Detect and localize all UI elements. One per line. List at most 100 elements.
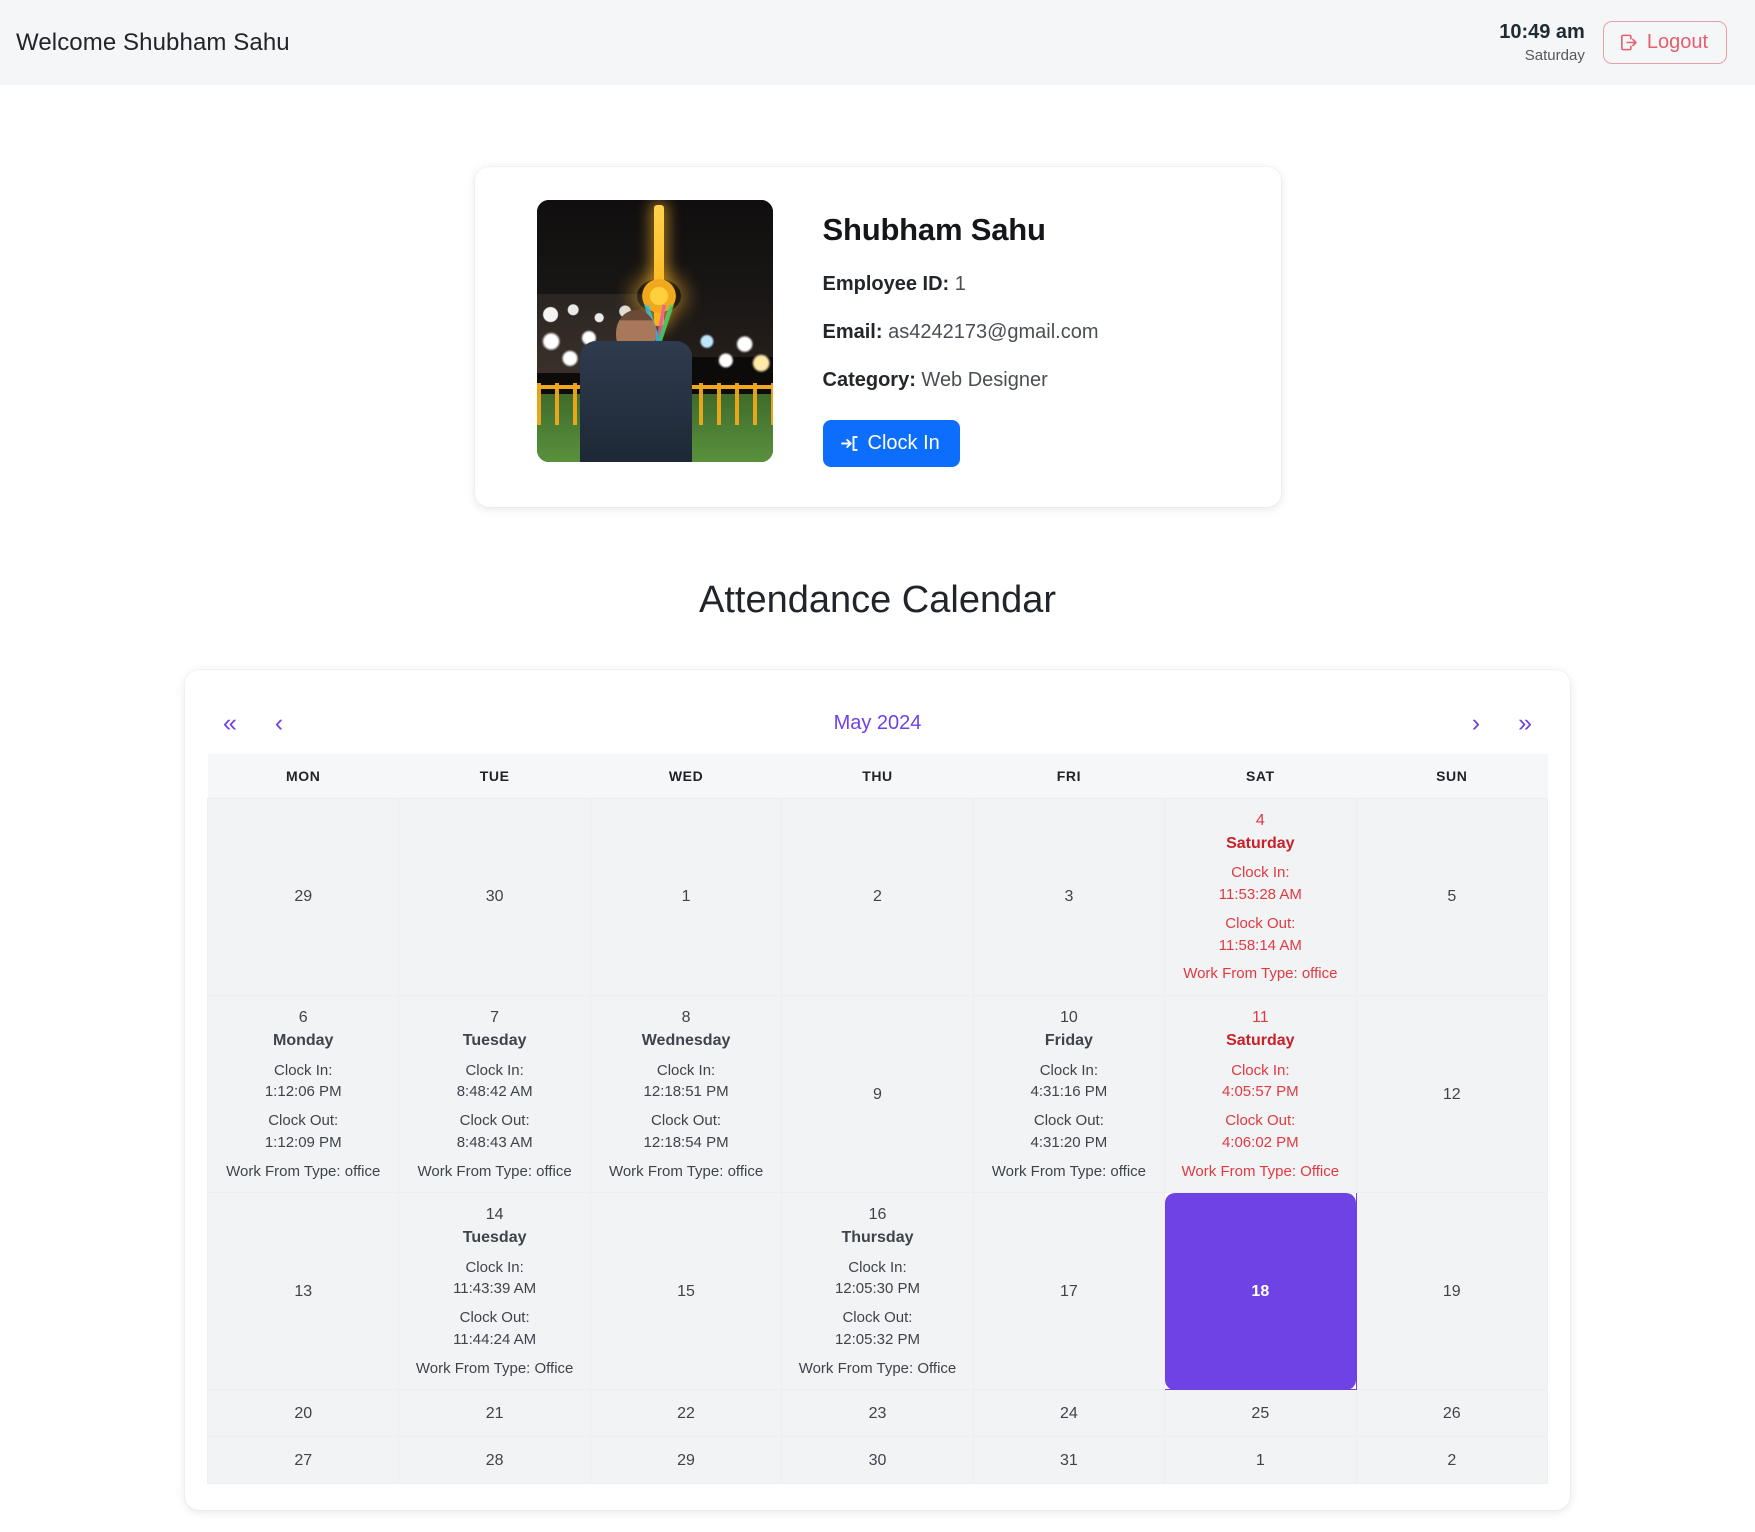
clock-in-time: 11:53:28 AM	[1218, 886, 1302, 904]
day-number: 6	[298, 1009, 308, 1027]
calendar-day-cell-24[interactable]: 24	[972, 1389, 1166, 1438]
calendar-section: « ‹ May 2024 › » MON TUE WED THU FRI SAT SUN 2…	[0, 670, 1755, 1511]
weekday-header-sun: SUN	[1356, 754, 1548, 799]
work-from-type: Work From Type: Office	[798, 1359, 957, 1377]
day-weekday-name: Saturday	[1226, 1032, 1295, 1050]
calendar-grid: MON TUE WED THU FRI SAT SUN 29 30 1 2 3 4 Saturday Cl…	[206, 754, 1549, 1485]
day-number: 12	[1442, 1085, 1461, 1103]
day-number: 27	[294, 1451, 313, 1469]
calendar-weekday-header: MON TUE WED THU FRI SAT SUN	[207, 754, 1548, 799]
calendar-day-cell-26[interactable]: 26	[1355, 1389, 1549, 1438]
calendar-day-cell-15[interactable]: 15	[589, 1192, 783, 1391]
day-number: 8	[681, 1009, 691, 1027]
weekday-header-sat: SAT	[1164, 754, 1357, 799]
welcome-message: Welcome Shubham Sahu	[16, 28, 290, 56]
weekday-header-mon: MON	[207, 754, 399, 799]
clock-in-button[interactable]: Clock In	[822, 420, 960, 467]
day-number: 28	[485, 1451, 504, 1469]
avatar	[536, 200, 773, 462]
calendar-day-cell-31[interactable]: 31	[972, 1436, 1166, 1485]
clock-out-time: 11:58:14 AM	[1218, 936, 1302, 954]
clock-in-time: 4:05:57 PM	[1221, 1083, 1299, 1101]
nav-first-icon[interactable]: «	[213, 707, 247, 740]
calendar-day-cell-1[interactable]: 1	[589, 797, 783, 997]
clock-in-time: 11:43:39 AM	[453, 1280, 537, 1298]
calendar-day-cell-2[interactable]: 2	[781, 797, 974, 997]
day-number: 31	[1060, 1451, 1078, 1469]
day-number: 10	[1060, 1009, 1078, 1027]
calendar-day-cell-25[interactable]: 25	[1164, 1389, 1357, 1438]
calendar-day-cell-14[interactable]: 14 Tuesday Clock In: 11:43:39 AM Clock Out: 1…	[398, 1192, 591, 1391]
calendar-day-cell-28[interactable]: 28	[398, 1436, 591, 1485]
clock-in-label: Clock In:	[656, 1061, 716, 1079]
day-number: 2	[1447, 1451, 1457, 1469]
email-label: Email:	[822, 321, 883, 343]
calendar-day-cell-19[interactable]: 19	[1355, 1192, 1549, 1391]
calendar-day-cell-29[interactable]: 29	[206, 797, 400, 997]
clock-out-label: Clock Out:	[1225, 1112, 1296, 1129]
clock-out-label: Clock Out:	[268, 1112, 339, 1129]
work-from-type: Work From Type: office	[1183, 965, 1338, 983]
work-from-type: Work From Type: office	[991, 1162, 1146, 1180]
calendar-day-cell-3[interactable]: 3	[972, 797, 1166, 997]
day-number: 25	[1251, 1404, 1270, 1422]
clock-in-label: Clock In:	[1039, 1061, 1099, 1079]
category-value: Web Designer	[921, 369, 1048, 391]
calendar-day-cell-21[interactable]: 21	[398, 1389, 591, 1438]
calendar-day-cell-17[interactable]: 17	[972, 1192, 1166, 1391]
calendar-day-cell-20[interactable]: 20	[206, 1389, 400, 1438]
clock-out-label: Clock Out:	[1033, 1112, 1104, 1129]
calendar-day-cell-22[interactable]: 22	[589, 1389, 783, 1438]
calendar-month-label[interactable]: May 2024	[293, 712, 1462, 735]
work-from-type: Work From Type: Office	[1181, 1162, 1340, 1180]
calendar-day-cell-6[interactable]: 6 Monday Clock In: 1:12:06 PM Clock Out: 1:12…	[206, 995, 400, 1194]
calendar-day-cell-4[interactable]: 4 Saturday Clock In: 11:53:28 AM Clock Out: 1…	[1164, 797, 1357, 997]
calendar-day-cell-2[interactable]: 2	[1355, 1436, 1549, 1485]
nav-next-icon[interactable]: ›	[1462, 707, 1490, 740]
day-number: 20	[294, 1404, 313, 1422]
calendar-day-cell-8[interactable]: 8 Wednesday Clock In: 12:18:51 PM Clock Out:…	[589, 995, 783, 1194]
attendance-calendar-card: « ‹ May 2024 › » MON TUE WED THU FRI SAT SUN 2…	[185, 670, 1570, 1511]
calendar-day-cell-29[interactable]: 29	[589, 1436, 783, 1485]
calendar-day-cell-11[interactable]: 11 Saturday Clock In: 4:05:57 PM Clock Out: 4…	[1164, 995, 1357, 1194]
calendar-day-cell-12[interactable]: 12	[1355, 995, 1549, 1194]
day-number: 4	[1255, 812, 1265, 829]
category-row: Category: Web Designer	[823, 369, 1099, 392]
day-weekday-name: Tuesday	[462, 1229, 527, 1247]
calendar-day-cell-16[interactable]: 16 Thursday Clock In: 12:05:30 PM Clock Out:…	[781, 1192, 974, 1391]
calendar-day-cell-1[interactable]: 1	[1164, 1436, 1357, 1485]
nav-last-icon[interactable]: »	[1508, 707, 1542, 740]
header-right-group: 10:49 am Saturday Logout	[1499, 20, 1727, 66]
weekday-header-thu: THU	[781, 754, 974, 799]
employee-id-value: 1	[954, 273, 966, 295]
top-header-bar: Welcome Shubham Sahu 10:49 am Saturday L…	[0, 0, 1755, 85]
clock-in-label: Clock In:	[848, 1258, 907, 1276]
calendar-day-cell-23[interactable]: 23	[781, 1389, 974, 1438]
clock-out-label: Clock Out:	[459, 1309, 530, 1327]
profile-section: Shubham Sahu Employee ID: 1 Email: as424…	[0, 167, 1755, 507]
calendar-day-cell-27[interactable]: 27	[206, 1436, 400, 1485]
logout-button[interactable]: Logout	[1602, 21, 1727, 64]
calendar-body: 29 30 1 2 3 4 Saturday Clock In: 11:53:28 AM Cloc…	[206, 797, 1549, 1485]
day-number: 14	[485, 1206, 504, 1224]
work-from-type: Work From Type: office	[226, 1162, 381, 1180]
day-number: 13	[294, 1282, 313, 1300]
calendar-day-cell-9[interactable]: 9	[781, 995, 974, 1194]
clock-in-time: 8:48:42 AM	[456, 1083, 533, 1101]
calendar-day-cell-30[interactable]: 30	[398, 797, 591, 997]
clock-out-label: Clock Out:	[459, 1112, 530, 1129]
nav-prev-icon[interactable]: ‹	[265, 707, 293, 740]
weekday-header-tue: TUE	[398, 754, 591, 799]
clock-out-time: 4:31:20 PM	[1030, 1133, 1108, 1151]
calendar-day-cell-10[interactable]: 10 Friday Clock In: 4:31:16 PM Clock Out: 4:3…	[972, 995, 1166, 1194]
calendar-day-cell-13[interactable]: 13	[206, 1192, 400, 1391]
calendar-day-cell-18[interactable]: 18	[1164, 1192, 1357, 1391]
day-number: 29	[294, 888, 313, 906]
calendar-day-cell-7[interactable]: 7 Tuesday Clock In: 8:48:42 AM Clock Out: 8:4…	[398, 995, 591, 1194]
work-from-type: Work From Type: office	[608, 1162, 764, 1180]
clock-out-time: 12:05:32 PM	[834, 1330, 920, 1348]
day-number: 21	[485, 1404, 504, 1422]
calendar-day-cell-5[interactable]: 5	[1355, 797, 1549, 997]
calendar-week-row: 6 Monday Clock In: 1:12:06 PM Clock Out: 1:12…	[206, 995, 1549, 1194]
calendar-day-cell-30[interactable]: 30	[781, 1436, 974, 1485]
